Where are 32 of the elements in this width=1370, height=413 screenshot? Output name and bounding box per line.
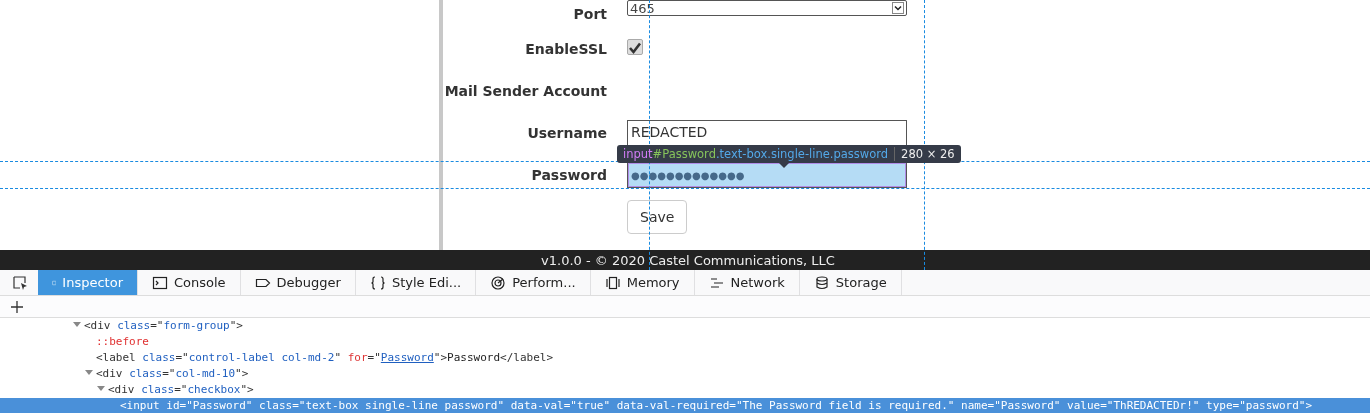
add-icon[interactable]: [10, 299, 24, 314]
markup-line[interactable]: <div class="checkbox">: [0, 382, 1370, 398]
devtools-tab[interactable]: Style Edi...: [355, 270, 477, 295]
tab-icon: [369, 274, 386, 291]
field-label: Username: [526, 125, 608, 141]
devtools-tab[interactable]: Debugger: [240, 270, 356, 295]
tab-icon: [152, 274, 168, 291]
field-label: Mail Sender Account: [443, 83, 608, 99]
save-button[interactable]: Save: [627, 200, 688, 234]
markup-line[interactable]: <label class="control-label col-md-2" for="Password">Password</label>: [0, 350, 1370, 366]
port-select[interactable]: 465: [627, 0, 907, 16]
element-picker-icon[interactable]: [12, 275, 28, 291]
markup-line[interactable]: <div class="form-group">: [0, 318, 1370, 334]
field-label: Port: [572, 6, 608, 22]
markup-line[interactable]: <div class="col-md-10">: [0, 366, 1370, 382]
expand-arrow-icon: [72, 319, 82, 329]
markup-line[interactable]: ::before: [0, 334, 1370, 350]
devtools-tab[interactable]: Storage: [799, 270, 902, 295]
field-label: Password: [530, 167, 608, 183]
devtools-tab[interactable]: Memory: [590, 270, 695, 295]
field-label: EnableSSL: [524, 41, 608, 57]
tab-icon: [490, 274, 507, 291]
tooltip-size: 280 × 26: [901, 147, 955, 161]
ssl-checkbox[interactable]: [627, 39, 643, 55]
devtools-tab[interactable]: Console: [138, 270, 241, 295]
tab-icon: [604, 274, 621, 291]
password-field[interactable]: ●●●●●●●●●●●●●: [627, 162, 907, 188]
tooltip-selector: input#Password.text-box.single-line.password: [623, 147, 889, 161]
footer-text: v1.0.0 - © 2020 Castel Communications, LLC: [541, 252, 835, 268]
devtools-tab[interactable]: Network: [694, 270, 800, 295]
devtools-tab[interactable]: Perform...: [476, 270, 591, 295]
tab-icon: [813, 274, 830, 291]
